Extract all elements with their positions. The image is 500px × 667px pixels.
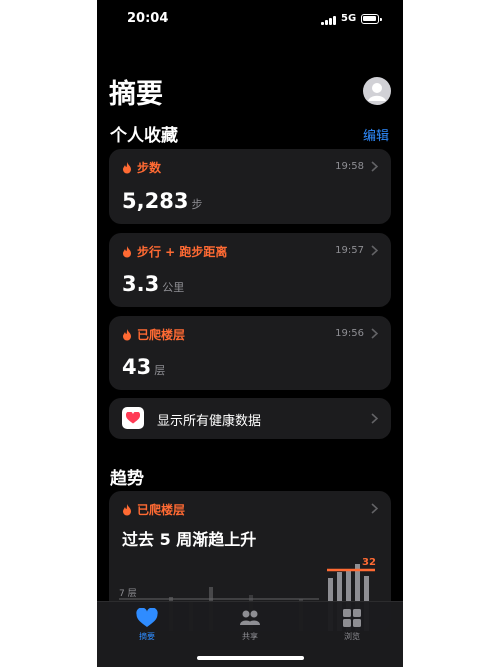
page-title: 摘要 (109, 79, 163, 110)
card-unit: 步 (191, 198, 203, 211)
chevron-right-icon (371, 161, 378, 172)
status-bar: 20:04 5G (97, 0, 403, 40)
avatar-icon (368, 83, 386, 101)
card-unit: 层 (154, 364, 166, 377)
card-value: 3.3 (122, 272, 160, 296)
heart-icon (136, 608, 158, 627)
chevron-right-icon (371, 413, 378, 424)
grid-icon (343, 609, 361, 627)
show-all-health-data-label: 显示所有健康数据 (157, 414, 262, 429)
avatar[interactable] (363, 77, 391, 105)
tab-summary[interactable]: 摘要 (117, 608, 177, 642)
card-time: 19:58 (335, 161, 364, 172)
favorite-card-floors[interactable]: 已爬楼层 19:56 43 层 (109, 316, 391, 390)
baseline-label: 7 层 (119, 588, 137, 599)
card-value: 43 (122, 355, 152, 379)
card-unit: 公里 (162, 281, 185, 294)
health-app-icon (122, 407, 144, 429)
network-type: 5G (341, 13, 357, 24)
favorite-card-distance[interactable]: 步行 + 跑步距离 19:57 3.3 公里 (109, 233, 391, 307)
status-time: 20:04 (127, 11, 169, 26)
card-time: 19:56 (335, 328, 364, 339)
tab-sharing[interactable]: 共享 (220, 608, 280, 642)
home-indicator (197, 656, 304, 660)
flame-icon (123, 328, 131, 340)
trend-description: 过去 5 周渐趋上升 (122, 530, 257, 549)
tab-label: 共享 (242, 632, 258, 641)
favorite-card-steps[interactable]: 步数 19:58 5,283 步 (109, 149, 391, 224)
trend-label: 已爬楼层 (137, 503, 186, 517)
card-label: 步数 (137, 161, 162, 175)
current-value-label: 32 (362, 557, 376, 568)
card-value: 5,283 (122, 189, 189, 213)
show-all-health-data-button[interactable]: 显示所有健康数据 (109, 398, 391, 439)
chevron-right-icon (371, 245, 378, 256)
tab-label: 浏览 (344, 632, 360, 641)
share-people-icon (240, 610, 260, 625)
heart-icon (126, 412, 140, 424)
chevron-right-icon (371, 503, 378, 514)
card-label: 步行 + 跑步距离 (137, 245, 228, 259)
chevron-right-icon (371, 328, 378, 339)
flame-icon (123, 245, 131, 257)
card-label: 已爬楼层 (137, 328, 186, 342)
card-time: 19:57 (335, 245, 364, 256)
battery-icon (361, 14, 382, 24)
edit-button[interactable]: 编辑 (363, 125, 389, 144)
favorites-title: 个人收藏 (110, 126, 178, 146)
tab-label: 摘要 (139, 632, 155, 641)
phone-screen: 20:04 5G 摘要 个人收藏 编辑 步数 19:58 5,283 步 步行 … (97, 0, 403, 667)
trends-title: 趋势 (110, 469, 144, 489)
flame-icon (123, 161, 131, 173)
tab-browse[interactable]: 浏览 (322, 608, 382, 642)
signal-icon (321, 15, 337, 25)
flame-icon (123, 503, 131, 515)
